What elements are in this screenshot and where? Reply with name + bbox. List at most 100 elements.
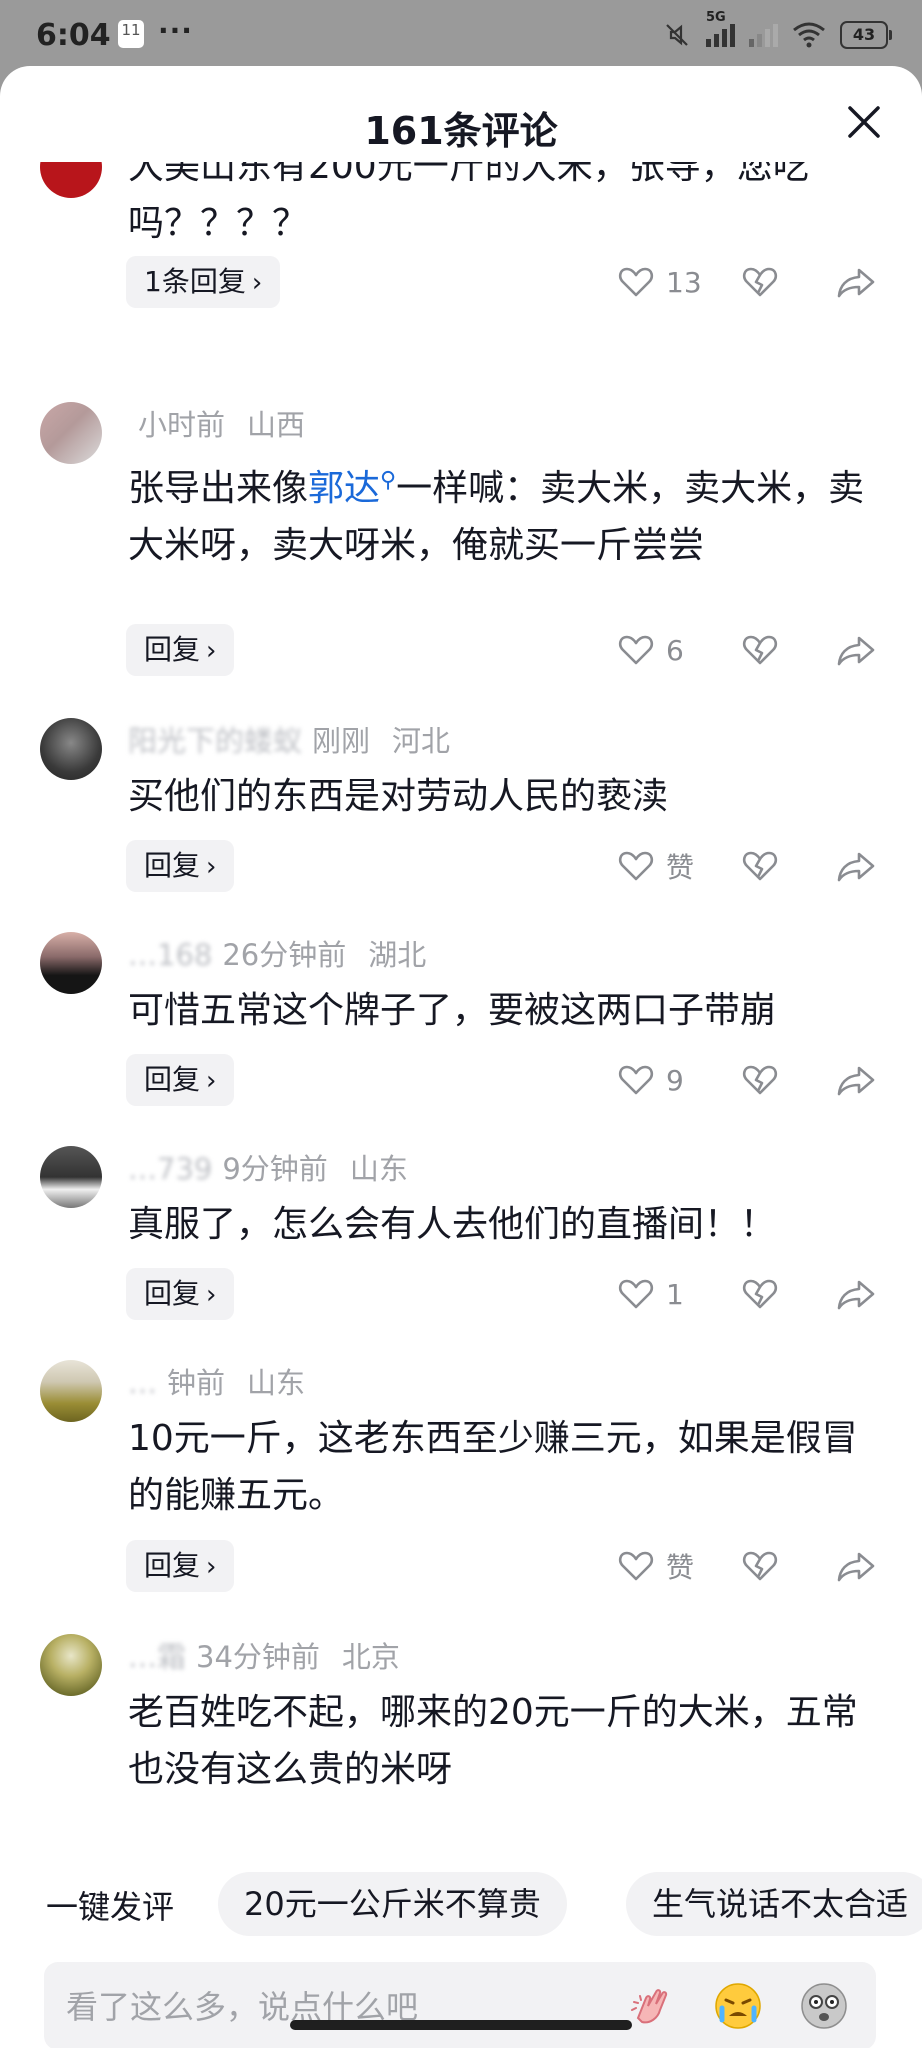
avatar[interactable] [40,1634,102,1696]
heart-icon [618,851,654,881]
chevron-right-icon: › [206,1280,217,1310]
crying-face-emoji-icon[interactable] [712,1980,764,2032]
comment-time: 小时前 [138,408,226,442]
avatar[interactable] [40,162,102,198]
battery-icon: 43 [840,21,892,49]
cellular-signal-2-icon [749,23,778,47]
comment-meta: 阳光下的蝼蚁 刚刚 河北 [128,718,450,760]
comment-location: 山西 [247,408,306,442]
share-arrow-icon [837,268,875,298]
dislike-button[interactable] [736,626,784,674]
comment-actions: 13 [616,256,880,308]
quick-comment-label: 一键发评 [46,1888,175,1926]
comment-meta: …739 9分钟前 山东 [128,1146,408,1188]
comment-item: 小时前 山西 张导出来像郭达⚲一样喊：卖大米，卖大米，卖大米呀，卖大呀米，俺就买一… [0,402,922,702]
keyword-link[interactable]: 郭达 [308,468,380,509]
share-arrow-icon [837,1280,875,1310]
dislike-button[interactable] [736,1270,784,1318]
like-button[interactable]: 9 [616,1060,736,1100]
broken-heart-icon [742,1551,778,1581]
broken-heart-icon [742,635,778,665]
like-count: 赞 [666,1551,695,1584]
dislike-button[interactable] [736,842,784,890]
broken-heart-icon [742,267,778,297]
reply-button[interactable]: 回复 › [126,624,235,676]
comment-meta: … 钟前 山东 [128,1360,305,1402]
broken-heart-icon [742,1279,778,1309]
username[interactable]: … [128,1366,157,1400]
broken-heart-icon [742,1065,778,1095]
share-button[interactable] [832,1056,880,1104]
username[interactable]: …739 [128,1152,212,1186]
reply-button[interactable]: 回复 › [126,1540,235,1592]
username[interactable]: 阳光下的蝼蚁 [128,724,302,758]
avatar[interactable] [40,932,102,994]
heart-icon [618,1065,654,1095]
like-button[interactable]: 13 [616,262,736,302]
like-button[interactable]: 赞 [616,1546,736,1586]
comment-count-title: 161条评论 [364,109,558,153]
comment-text-before: 张导出来像 [128,468,309,509]
username[interactable]: …168 [128,938,212,972]
comment-input-bar [44,1962,876,2048]
reply-label: 回复 [144,1063,201,1096]
comment-text: 10元一斤，这老东西至少赚三元，如果是假冒的能赚五元。 [128,1418,858,1516]
share-arrow-icon [837,852,875,882]
like-count: 13 [666,265,702,299]
chevron-right-icon: › [206,636,217,666]
mute-icon [666,24,688,46]
comment-item: … 钟前 山东 10元一斤，这老东西至少赚三元，如果是假冒的能赚五元。 回复 › 赞 [0,1360,922,1600]
comment-text: 张导出来像郭达⚲一样喊：卖大米，卖大米，卖大米呀，卖大呀米，俺就买一斤尝尝 [128,452,868,574]
comment-meta: …霜 34分钟前 北京 [128,1634,400,1676]
wifi-icon [793,22,825,48]
quick-comment-chip[interactable]: 生气说话不太合适 [626,1872,922,1936]
like-button[interactable]: 6 [616,630,736,670]
comment-location: 湖北 [368,938,427,972]
like-count: 6 [666,633,684,667]
more-notifications-icon: ··· [158,14,193,47]
reply-button[interactable]: 回复 › [126,1268,235,1320]
share-button[interactable] [832,1270,880,1318]
comment-text: 老百姓吃不起，哪来的20元一斤的大米，五常也没有这么贵的米呀 [128,1692,858,1790]
chevron-right-icon: › [206,1552,217,1582]
quick-comment-chip[interactable]: 20元一公斤米不算贵 [218,1872,567,1936]
avatar[interactable] [40,718,102,780]
clap-emoji-icon[interactable] [626,1980,678,2032]
status-icons: 5G 43 [662,10,892,50]
avatar[interactable] [40,1360,102,1422]
like-count: 1 [666,1277,684,1311]
close-icon[interactable] [842,100,886,144]
avatar[interactable] [40,402,102,464]
heart-icon [618,267,654,297]
like-button[interactable]: 1 [616,1274,736,1314]
comment-actions: 1 [616,1268,880,1320]
reply-button[interactable]: 1条回复 › [126,256,281,308]
comment-location: 山东 [247,1366,306,1400]
share-button[interactable] [832,258,880,306]
dislike-button[interactable] [736,258,784,306]
shocked-face-emoji-icon[interactable] [798,1980,850,2032]
quick-comment-row: 一键发评 20元一公斤米不算贵 生气说话不太合适 [0,1872,922,1938]
like-button[interactable]: 赞 [616,846,736,886]
dislike-button[interactable] [736,1542,784,1590]
share-arrow-icon [837,1066,875,1096]
avatar[interactable] [40,1146,102,1208]
comment-time: 34分钟前 [196,1640,320,1674]
share-button[interactable] [832,1542,880,1590]
reply-button[interactable]: 回复 › [126,840,235,892]
chevron-right-icon: › [206,852,217,882]
username[interactable]: …霜 [128,1640,186,1674]
reply-button[interactable]: 回复 › [126,1054,235,1106]
share-button[interactable] [832,842,880,890]
heart-icon [618,635,654,665]
comment-item: 大美山东有200元一斤的大米，张导，您吃吗？？？？ 1条回复 › 13 [0,162,922,386]
comment-text: 真服了，怎么会有人去他们的直播间！！ [128,1204,777,1245]
broken-heart-icon [742,851,778,881]
comment-list[interactable]: 大美山东有200元一斤的大米，张导，您吃吗？？？？ 1条回复 › 13 小时前 山西… [0,162,922,1866]
search-icon[interactable]: ⚲ [380,468,396,493]
share-button[interactable] [832,626,880,674]
share-arrow-icon [837,1552,875,1582]
network-type: 5G [706,9,726,25]
comment-time: 26分钟前 [222,938,347,972]
dislike-button[interactable] [736,1056,784,1104]
